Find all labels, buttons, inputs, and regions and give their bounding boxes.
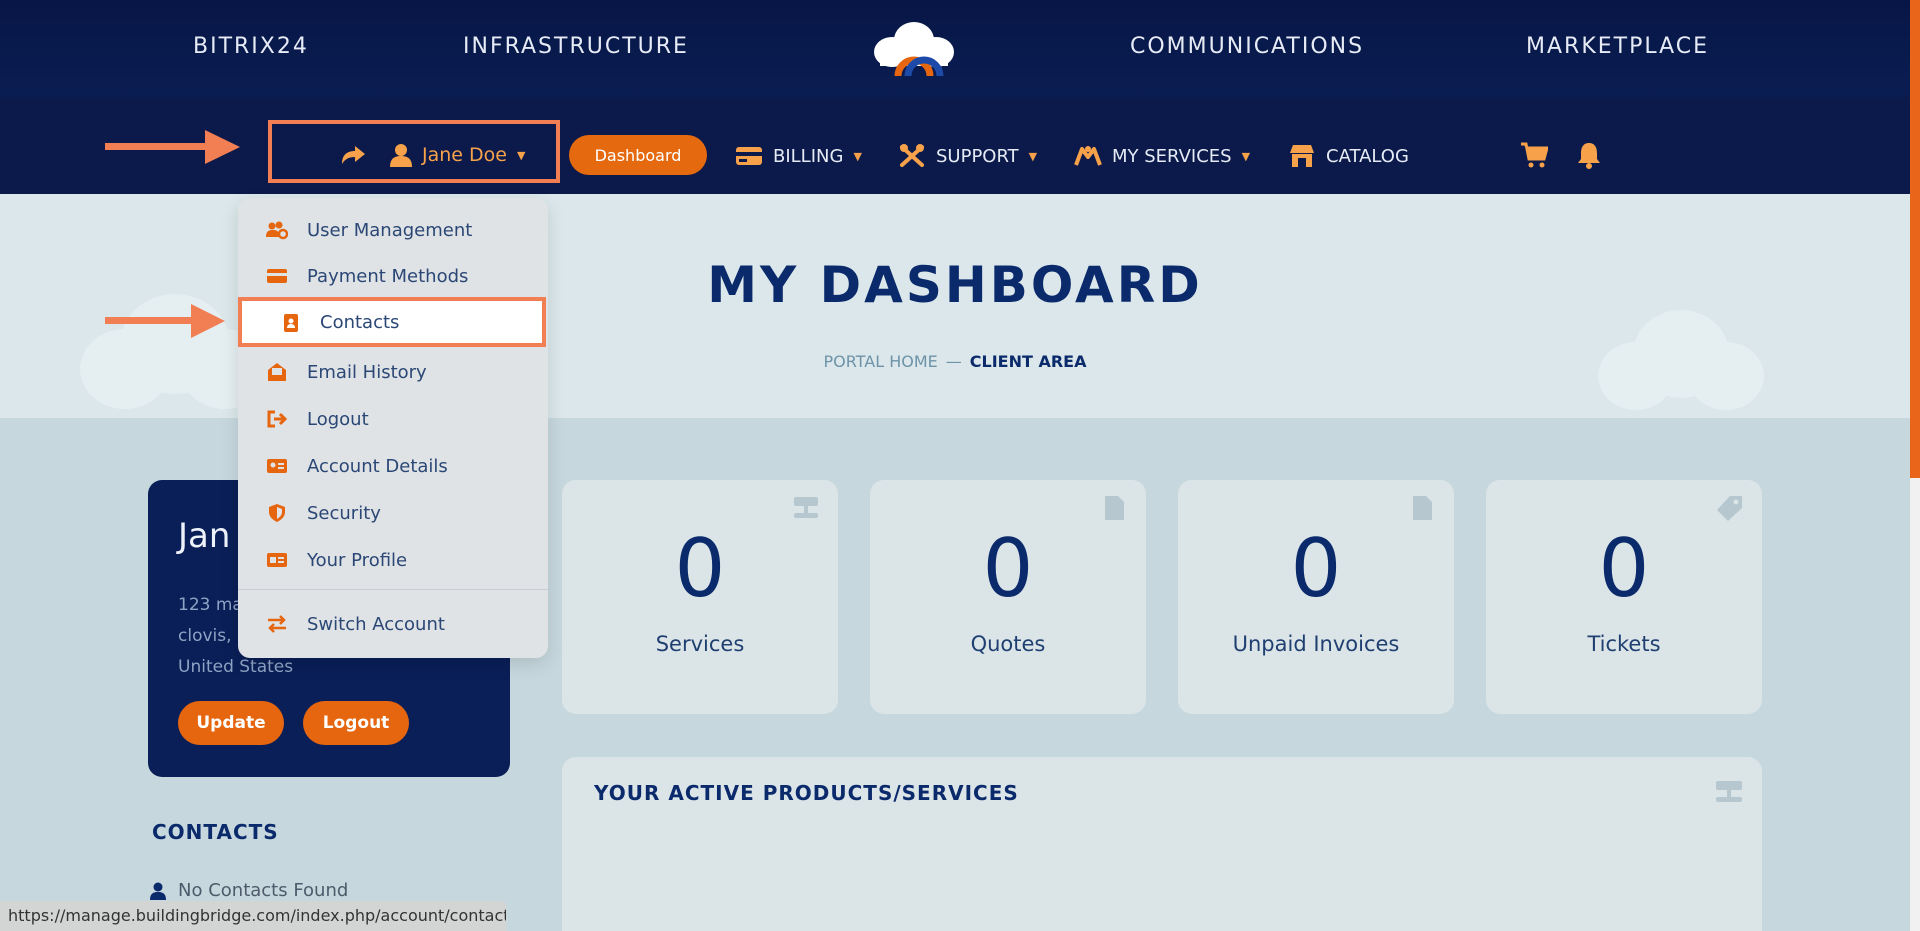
user-icon — [150, 882, 166, 900]
annotation-arrow-icon — [105, 304, 225, 338]
nav-my-services[interactable]: MY SERVICES ▼ — [1074, 141, 1250, 171]
menu-item-switch-account[interactable]: Switch Account — [238, 604, 548, 644]
credit-card-icon — [736, 147, 762, 165]
shield-icon — [269, 504, 285, 522]
menu-divider — [238, 589, 548, 590]
no-contacts-text: No Contacts Found — [178, 880, 349, 901]
dashboard-button[interactable]: Dashboard — [569, 135, 707, 175]
users-gear-icon — [266, 221, 288, 240]
annotation-arrow-icon — [105, 130, 240, 164]
update-button[interactable]: Update — [178, 701, 284, 745]
user-dropdown-menu: User Management Payment Methods Email Hi… — [238, 198, 548, 658]
nav-support-label: SUPPORT — [936, 145, 1019, 167]
sign-out-icon — [267, 410, 288, 428]
menu-item-account-details[interactable]: Account Details — [238, 446, 548, 486]
store-icon — [1290, 145, 1314, 167]
handshake-icon — [1074, 146, 1102, 166]
shopping-cart-icon[interactable] — [1520, 141, 1548, 169]
logout-button[interactable]: Logout — [303, 701, 409, 745]
stat-label: Quotes — [970, 632, 1046, 656]
menu-item-label: Logout — [307, 408, 369, 430]
scrollbar-thumb[interactable] — [1910, 0, 1920, 478]
menu-item-email-history[interactable]: Email History — [238, 352, 548, 392]
bell-icon[interactable] — [1576, 141, 1602, 169]
breadcrumb-portal-home[interactable]: PORTAL HOME — [824, 352, 938, 371]
stat-card-tickets[interactable]: 0 Tickets — [1486, 480, 1762, 714]
nav-catalog[interactable]: CATALOG — [1288, 141, 1409, 171]
nav-link-infrastructure[interactable]: INFRASTRUCTURE — [463, 34, 689, 59]
menu-item-security[interactable]: Security — [238, 493, 548, 533]
stat-value: 0 — [1598, 522, 1650, 615]
tools-icon — [900, 144, 924, 167]
no-contacts-message: No Contacts Found — [150, 880, 348, 901]
breadcrumb-separator: — — [945, 352, 962, 371]
nav-catalog-label: CATALOG — [1326, 145, 1409, 167]
cloud-logo[interactable] — [868, 18, 960, 78]
menu-item-label: Email History — [307, 361, 427, 383]
profile-card-icon — [267, 553, 287, 567]
menu-item-label: Contacts — [320, 312, 400, 333]
stat-card-unpaid-invoices[interactable]: 0 Unpaid Invoices — [1178, 480, 1454, 714]
nav-support[interactable]: SUPPORT ▼ — [898, 141, 1037, 171]
credit-card-icon — [267, 269, 287, 283]
menu-item-label: User Management — [307, 219, 473, 241]
profile-name: Jan — [178, 516, 231, 556]
top-navigation: BITRIX24 INFRASTRUCTURE COMMUNICATIONS M… — [0, 0, 1920, 97]
active-products-panel: YOUR ACTIVE PRODUCTS/SERVICES — [562, 757, 1762, 931]
tag-icon — [1717, 496, 1742, 521]
stat-label: Unpaid Invoices — [1232, 632, 1400, 656]
menu-item-payment-methods[interactable]: Payment Methods — [238, 256, 548, 296]
menu-item-user-management[interactable]: User Management — [238, 210, 548, 250]
menu-item-label: Your Profile — [307, 549, 408, 571]
menu-item-label: Switch Account — [307, 613, 445, 635]
nav-link-bitrix24[interactable]: BITRIX24 — [193, 34, 309, 59]
stat-card-services[interactable]: 0 Services — [562, 480, 838, 714]
active-products-title: YOUR ACTIVE PRODUCTS/SERVICES — [594, 781, 1019, 805]
document-icon — [1105, 496, 1124, 520]
chevron-down-icon: ▼ — [1241, 149, 1251, 163]
id-card-icon — [267, 459, 287, 473]
chevron-down-icon: ▼ — [853, 149, 862, 163]
server-icon — [1716, 781, 1742, 802]
stat-value: 0 — [1290, 522, 1342, 615]
stat-value: 0 — [982, 522, 1034, 615]
nav-my-services-label: MY SERVICES — [1112, 145, 1232, 167]
stat-label: Services — [655, 632, 745, 656]
document-icon — [1413, 496, 1432, 520]
address-book-icon — [284, 314, 298, 332]
breadcrumb-client-area: CLIENT AREA — [969, 352, 1087, 371]
menu-item-label: Account Details — [307, 455, 448, 477]
nav-billing-label: BILLING — [773, 145, 844, 167]
menu-item-contacts[interactable]: Contacts — [238, 297, 546, 347]
stat-card-quotes[interactable]: 0 Quotes — [870, 480, 1146, 714]
link-preview-status-bar: https://manage.buildingbridge.com/index.… — [0, 901, 506, 931]
nav-link-marketplace[interactable]: MARKETPLACE — [1526, 34, 1709, 59]
envelope-open-icon — [268, 363, 286, 381]
nav-link-communications[interactable]: COMMUNICATIONS — [1130, 34, 1364, 59]
server-icon — [794, 497, 818, 518]
menu-item-logout[interactable]: Logout — [238, 399, 548, 439]
menu-item-your-profile[interactable]: Your Profile — [238, 540, 548, 580]
stat-value: 0 — [674, 522, 726, 615]
chevron-down-icon: ▼ — [1028, 149, 1038, 163]
contacts-heading: CONTACTS — [152, 820, 279, 844]
menu-item-label: Security — [307, 502, 381, 524]
switch-arrows-icon — [268, 615, 286, 633]
nav-billing[interactable]: BILLING ▼ — [735, 141, 862, 171]
menu-item-label: Payment Methods — [307, 265, 469, 287]
stat-label: Tickets — [1587, 632, 1661, 656]
annotation-highlight-user-menu — [268, 120, 560, 183]
